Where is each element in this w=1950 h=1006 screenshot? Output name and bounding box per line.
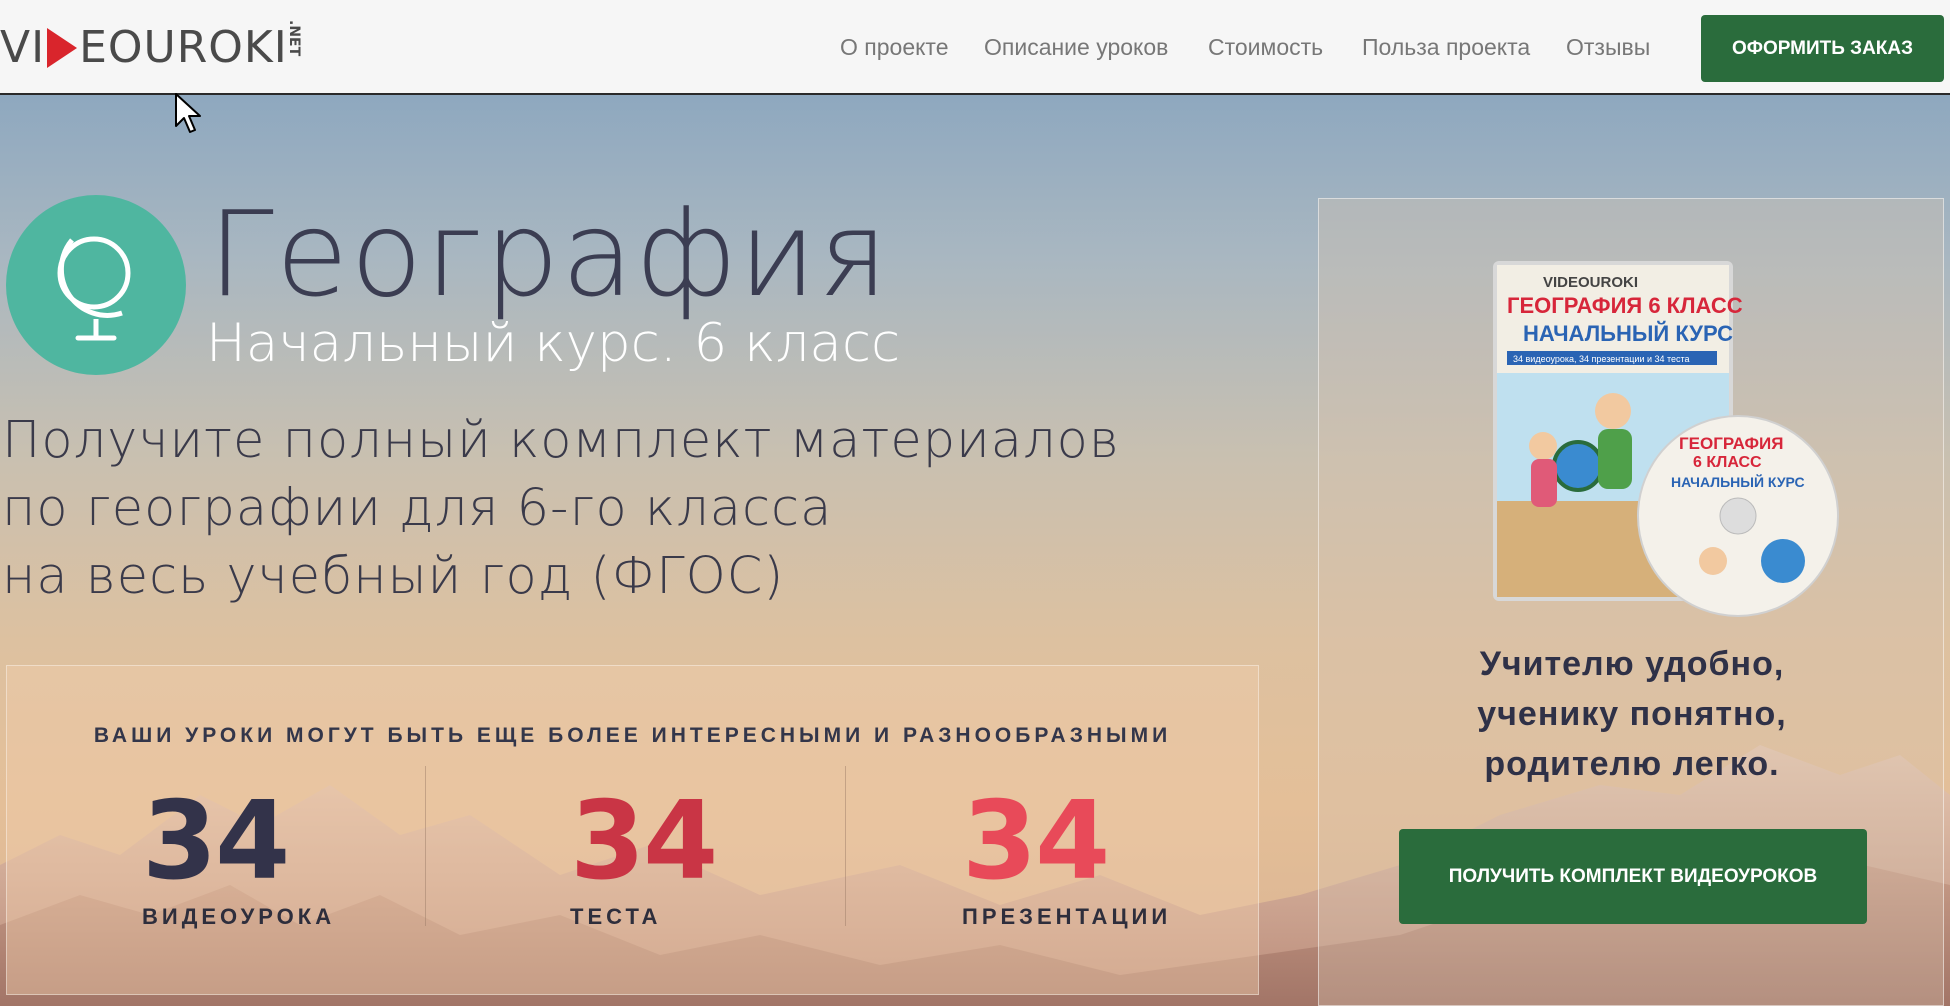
order-button[interactable]: ОФОРМИТЬ ЗАКАЗ bbox=[1701, 15, 1944, 82]
logo[interactable]: VI EOUROKI.NET bbox=[0, 20, 324, 73]
globe-badge bbox=[6, 195, 186, 375]
offer-card: VIDEOUROKI ГЕОГРАФИЯ 6 КЛАСС НАЧАЛЬНЫЙ К… bbox=[1318, 198, 1944, 1006]
stat-number: 34 bbox=[142, 779, 290, 904]
stats-panel: ВАШИ УРОКИ МОГУТ БЫТЬ ЕЩЕ БОЛЕЕ ИНТЕРЕСН… bbox=[6, 665, 1259, 995]
hero-section: География Начальный курс. 6 класс Получи… bbox=[0, 95, 1950, 1006]
stats-heading: ВАШИ УРОКИ МОГУТ БЫТЬ ЕЩЕ БОЛЕЕ ИНТЕРЕСН… bbox=[93, 724, 1172, 747]
stat-number: 34 bbox=[570, 779, 718, 904]
product-title-2: НАЧАЛЬНЫЙ КУРС bbox=[1523, 321, 1733, 346]
stat-label: ВИДЕОУРОКА bbox=[142, 904, 336, 929]
page-title: География bbox=[208, 185, 891, 323]
site-header: VI EOUROKI.NET О проекте Описание уроков … bbox=[0, 0, 1950, 95]
globe-icon bbox=[57, 236, 131, 341]
product-brand: VIDEOUROKI bbox=[1543, 274, 1638, 291]
lead-line: по географии для 6-го класса bbox=[2, 479, 833, 538]
tagline-line: родителю легко. bbox=[1484, 745, 1780, 783]
page-subtitle: Начальный курс. 6 класс bbox=[206, 313, 901, 374]
nav-about[interactable]: О проекте bbox=[840, 34, 949, 61]
stat-label: ПРЕЗЕНТАЦИИ bbox=[962, 904, 1172, 929]
disc-title-3: НАЧАЛЬНЫЙ КУРС bbox=[1671, 473, 1805, 490]
nav-lessons[interactable]: Описание уроков bbox=[984, 34, 1168, 61]
stat-label: ТЕСТА bbox=[570, 904, 662, 929]
lead-line: на весь учебный год (ФГОС) bbox=[2, 547, 785, 606]
disc-title-2: 6 КЛАСС bbox=[1693, 454, 1762, 471]
stat-tests: 34 ТЕСТА bbox=[570, 779, 718, 930]
nav-price[interactable]: Стоимость bbox=[1208, 34, 1323, 61]
logo-play-mark bbox=[47, 28, 78, 68]
logo-domain: .NET bbox=[285, 20, 302, 57]
product-box-image[interactable]: VIDEOUROKI ГЕОГРАФИЯ 6 КЛАСС НАЧАЛЬНЫЙ К… bbox=[1483, 261, 1843, 621]
product-small: 34 видеоурока, 34 презентации и 34 теста bbox=[1513, 354, 1690, 364]
stats-divider bbox=[845, 766, 846, 926]
stats-divider bbox=[425, 766, 426, 926]
nav-reviews[interactable]: Отзывы bbox=[1566, 34, 1650, 61]
tagline: Учителю удобно, ученику понятно, родител… bbox=[1319, 639, 1945, 789]
disc-title-1: ГЕОГРАФИЯ bbox=[1679, 434, 1783, 453]
mouse-cursor-icon bbox=[175, 93, 201, 133]
nav-benefits[interactable]: Польза проекта bbox=[1362, 34, 1530, 61]
stat-number: 34 bbox=[962, 779, 1110, 904]
get-lessons-button[interactable]: ПОЛУЧИТЬ КОМПЛЕКТ ВИДЕОУРОКОВ bbox=[1399, 829, 1867, 924]
lead-line: Получите полный комплект материалов bbox=[2, 411, 1120, 470]
tagline-line: Учителю удобно, bbox=[1479, 645, 1785, 683]
stat-videos: 34 ВИДЕОУРОКА bbox=[142, 788, 335, 930]
product-title-1: ГЕОГРАФИЯ 6 КЛАСС bbox=[1507, 293, 1743, 318]
lead-text: Получите полный комплект материалов по г… bbox=[2, 407, 1120, 611]
logo-prefix: VI bbox=[0, 22, 46, 73]
logo-suffix: EOUROKI bbox=[79, 22, 288, 73]
tagline-line: ученику понятно, bbox=[1477, 695, 1787, 733]
stat-presentations: 34 ПРЕЗЕНТАЦИИ bbox=[962, 788, 1171, 930]
